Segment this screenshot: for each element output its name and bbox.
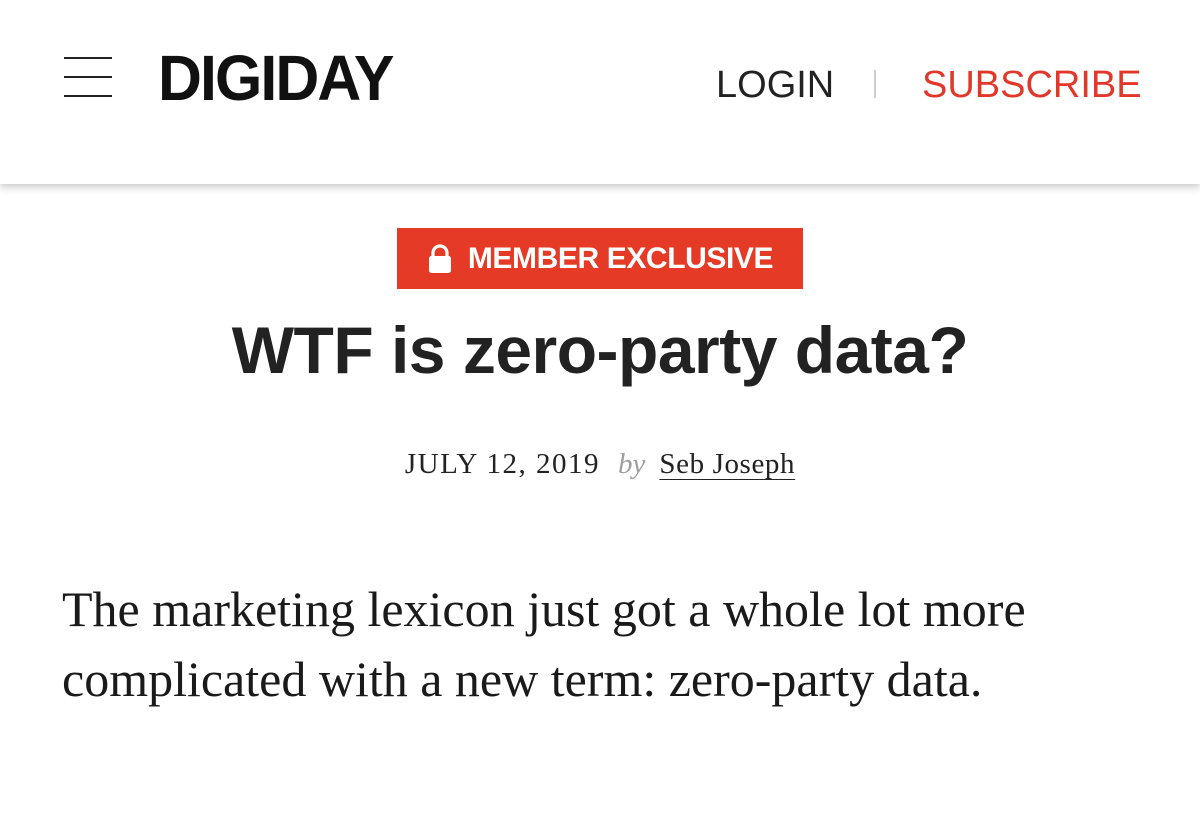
badge-label: MEMBER EXCLUSIVE [467,241,774,275]
article-title: WTF is zero-party data? [231,313,969,387]
nav-divider [874,70,876,98]
site-logo[interactable]: DIGIDAY [158,40,394,116]
login-link[interactable]: LOGIN [716,62,834,108]
menu-line [64,76,112,78]
member-exclusive-badge: MEMBER EXCLUSIVE [397,228,803,289]
article-intro: The marketing lexicon just got a whole l… [62,581,1026,707]
menu-line [64,57,112,59]
article-meta: JULY 12, 2019 by Seb Joseph [0,444,1200,484]
byline-label: by [618,448,646,480]
menu-line [64,95,112,97]
hamburger-menu-icon[interactable] [64,57,112,97]
lock-icon [428,243,451,273]
subscribe-link[interactable]: SUBSCRIBE [922,62,1142,108]
site-header: DIGIDAY LOGIN SUBSCRIBE [0,0,1200,184]
author-link[interactable]: Seb Joseph [659,448,795,480]
publish-date: JULY 12, 2019 [404,448,601,480]
